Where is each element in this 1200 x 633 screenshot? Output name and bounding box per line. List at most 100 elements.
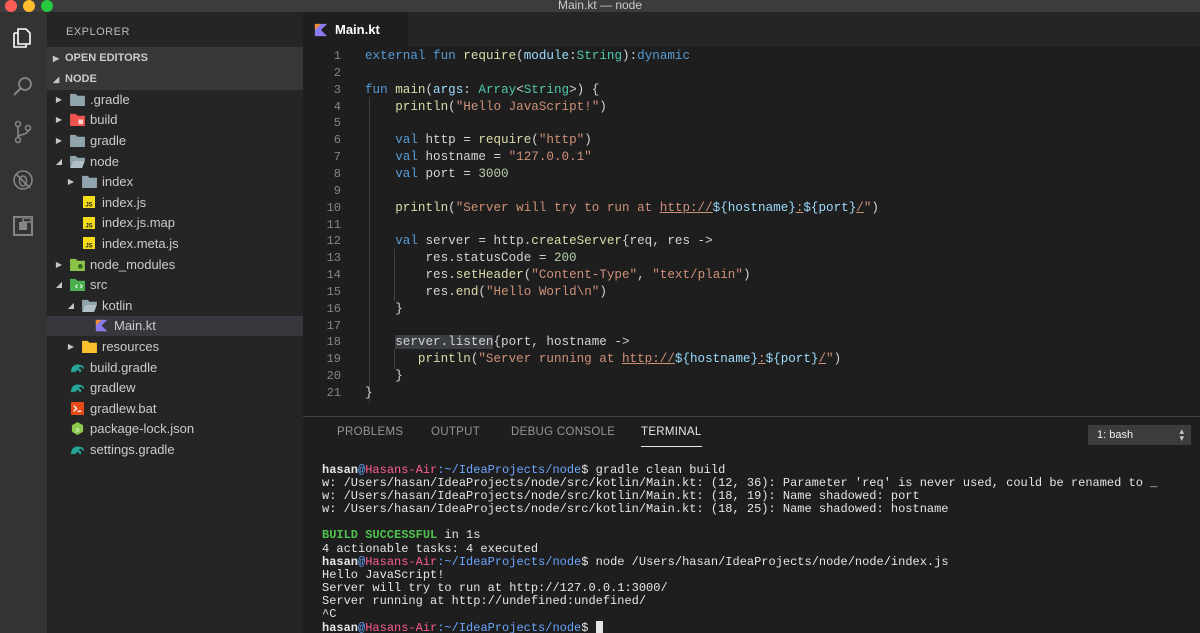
code-line: val hostname = "127.0.0.1" [395, 150, 592, 165]
file-tree-item[interactable]: gradlew [47, 377, 303, 398]
terminal-line: w: /Users/hasan/IdeaProjects/node/src/ko… [322, 502, 949, 517]
terminal-cursor [595, 621, 603, 633]
line-number: 2 [333, 65, 341, 80]
project-section[interactable]: ◢ NODE [47, 68, 303, 90]
file-tree-item[interactable]: ▶ gradle [47, 130, 303, 151]
line-number: 19 [326, 352, 341, 367]
folder-node-icon [69, 257, 85, 271]
line-number: 16 [326, 301, 341, 316]
file-tree-item[interactable]: ◢ node [47, 151, 303, 172]
svg-text:JS: JS [85, 203, 92, 209]
file-tree-item[interactable]: Main.kt [47, 315, 303, 337]
file-tree-item[interactable]: ◢ src [47, 274, 303, 295]
file-tree-item-label: index [102, 174, 134, 190]
folder-icon [69, 133, 85, 147]
chevron-right-icon[interactable]: ▶ [53, 115, 65, 124]
updown-chevron-icon: ▴ ▾ [1179, 426, 1184, 443]
file-tree-item[interactable]: ◢ kotlin [47, 295, 303, 316]
file-tree-item[interactable]: JS index.js.map [47, 213, 303, 234]
explorer-sidebar: EXPLORER ▶ OPEN EDITORS ◢ NODE ▶ .gradle ▶… [47, 12, 303, 633]
open-editors-section[interactable]: ▶ OPEN EDITORS [47, 47, 303, 69]
tab-terminal[interactable]: TERMINAL [641, 426, 702, 447]
file-tree-item-label: Main.kt [114, 318, 156, 334]
code-line: server.listen{port, hostname -> [395, 335, 630, 350]
svg-text:JS: JS [85, 223, 92, 229]
file-tree-item-label: gradlew.bat [90, 400, 157, 416]
tab-output[interactable]: OUTPUT [431, 426, 480, 438]
activity-bar [0, 12, 47, 633]
terminal-line: Server running at http://undefined:undef… [322, 593, 647, 608]
line-number: 9 [333, 183, 341, 198]
file-tree-item[interactable]: ▶ node_modules [47, 254, 303, 275]
file-tree-item-label: index.js.map [102, 215, 175, 231]
kotlin-file-icon [93, 319, 109, 333]
svg-text:js: js [74, 428, 79, 434]
code-line: res.end("Hello World\n") [365, 284, 607, 299]
title-bar: Main.kt — node [0, 0, 1200, 12]
code-editor[interactable]: 1 2 3 4 5 6 7 8 9 10 11 12 13 14 15 16 17 18 19 20 21 extern… [303, 47, 1200, 407]
js-file-icon: JS [81, 195, 97, 209]
terminal-line: ^C [322, 607, 337, 622]
line-number: 14 [326, 268, 341, 283]
file-tree-item-label: build.gradle [90, 359, 158, 375]
chevron-down-icon[interactable]: ◢ [65, 301, 77, 310]
code-line: val server = http.createServer{req, res … [395, 234, 713, 249]
code-line: res.setHeader("Content-Type", "text/plai… [365, 268, 751, 283]
code-line: fun main(args: Array<String>) { [365, 82, 600, 97]
gradle-file-icon [69, 360, 85, 374]
chevron-down-icon[interactable]: ◢ [53, 157, 65, 166]
terminal-select-value: 1: bash [1097, 429, 1134, 441]
line-number: 11 [326, 217, 341, 232]
code-line: println("Server running at http://${host… [417, 352, 842, 367]
chevron-right-icon[interactable]: ▶ [53, 95, 65, 104]
line-number: 5 [333, 116, 341, 131]
file-tree-item-label: resources [102, 338, 160, 354]
chevron-right-icon[interactable]: ▶ [53, 260, 65, 269]
file-tree-item[interactable]: ▶ build [47, 110, 303, 131]
tab-main-kt[interactable]: Main.kt [303, 12, 408, 47]
gradle-file-icon [69, 442, 85, 456]
file-tree-item[interactable]: ▶ resources [47, 336, 303, 357]
extensions-icon[interactable] [9, 212, 37, 240]
folder-open-icon [69, 154, 85, 168]
js-file-icon: JS [81, 236, 97, 250]
chevron-down-icon: ◢ [53, 74, 60, 84]
gradle-file-icon [69, 381, 85, 395]
chevron-right-icon: ▶ [53, 53, 60, 63]
code-line: res.statusCode = 200 [365, 251, 577, 266]
file-tree-item[interactable]: js package-lock.json [47, 419, 303, 440]
source-control-icon[interactable] [9, 118, 37, 146]
folder-open-icon [81, 298, 97, 312]
editor-tab-bar: Main.kt [303, 12, 1200, 47]
file-tree-item[interactable]: JS index.js [47, 192, 303, 213]
chevron-right-icon[interactable]: ▶ [65, 177, 77, 186]
file-tree-item[interactable]: build.gradle [47, 357, 303, 378]
line-number: 13 [326, 251, 341, 266]
file-tree-item-label: gradle [90, 132, 127, 148]
chevron-right-icon[interactable]: ▶ [53, 136, 65, 145]
explorer-icon[interactable] [9, 24, 37, 52]
chevron-down-icon[interactable]: ◢ [53, 280, 65, 289]
search-icon[interactable] [9, 72, 37, 100]
tab-problems[interactable]: PROBLEMS [337, 426, 403, 438]
file-tree-item[interactable]: gradlew.bat [47, 398, 303, 419]
terminal-select[interactable]: 1: bash ▴ ▾ [1088, 425, 1191, 445]
terminal-output[interactable]: hasan@Hasans-Air:~/IdeaProjects/node$ gr… [322, 463, 1192, 633]
folder-yellow-icon [81, 339, 97, 353]
file-tree-item[interactable]: ▶ .gradle [47, 89, 303, 110]
line-number: 4 [333, 99, 341, 114]
tab-debug-console[interactable]: DEBUG CONSOLE [511, 426, 615, 438]
file-tree-item[interactable]: ▶ index [47, 171, 303, 192]
file-tree-item-label: src [90, 277, 108, 293]
debug-icon[interactable] [9, 166, 37, 194]
file-tree-item-label: build [90, 112, 118, 128]
code-line: } [365, 301, 403, 316]
file-tree-item[interactable]: settings.gradle [47, 439, 303, 460]
folder-src-icon [69, 278, 85, 292]
bat-file-icon [69, 401, 85, 415]
explorer-header: EXPLORER [66, 26, 130, 38]
folder-icon [69, 92, 85, 106]
chevron-right-icon[interactable]: ▶ [65, 342, 77, 351]
file-tree-item[interactable]: JS index.meta.js [47, 233, 303, 254]
file-tree-item-label: node [90, 153, 119, 169]
